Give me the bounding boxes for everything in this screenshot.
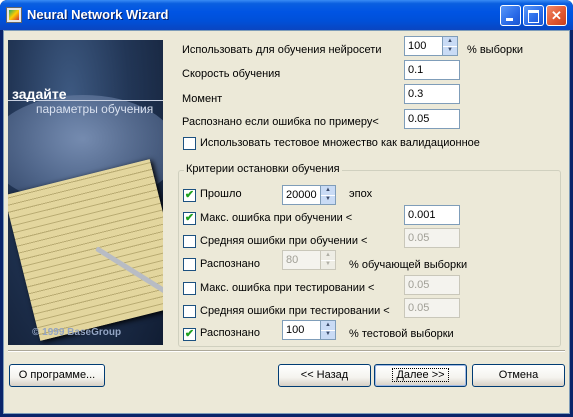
recognized-test-checkbox[interactable]: ✔ bbox=[183, 328, 196, 341]
wizard-window: Neural Network Wizard задайте параметры … bbox=[0, 0, 573, 417]
window-title: Neural Network Wizard bbox=[27, 7, 169, 22]
avg-test-error-checkbox[interactable] bbox=[183, 305, 196, 318]
wizard-illustration: задайте параметры обучения © 1999 BaseGr… bbox=[8, 40, 163, 345]
use-for-training-suffix: % выборки bbox=[467, 44, 524, 56]
avg-test-error-label: Средняя ошибки при тестировании < bbox=[200, 305, 390, 317]
title-bar[interactable]: Neural Network Wizard bbox=[0, 0, 573, 30]
max-test-error-checkbox[interactable] bbox=[183, 282, 196, 295]
about-button-label: О программе... bbox=[18, 369, 96, 381]
avg-train-error-label: Средняя ошибки при обучении < bbox=[200, 235, 368, 247]
minimize-button[interactable] bbox=[500, 5, 521, 26]
max-train-error-label: Макс. ошибка при обучении < bbox=[200, 212, 353, 224]
app-icon bbox=[6, 7, 22, 23]
next-button[interactable]: Далее >> bbox=[374, 364, 467, 387]
learning-rate-label: Скорость обучения bbox=[182, 68, 281, 80]
max-train-error-input[interactable]: 0.001 bbox=[404, 205, 460, 225]
avg-train-error-checkbox[interactable] bbox=[183, 235, 196, 248]
max-test-error-input[interactable]: 0.05 bbox=[404, 275, 460, 295]
maximize-button[interactable] bbox=[523, 5, 544, 26]
avg-test-error-input[interactable]: 0.05 bbox=[404, 298, 460, 318]
recognized-train-spinner[interactable]: ▲ ▼ bbox=[321, 250, 336, 270]
recognized-test-label: Распознано bbox=[200, 327, 260, 339]
recognized-train-suffix: % обучающей выборки bbox=[349, 259, 468, 271]
illustration-copyright: © 1999 BaseGroup bbox=[32, 327, 122, 338]
cancel-button-label: Отмена bbox=[498, 369, 539, 381]
momentum-input[interactable]: 0.3 bbox=[404, 84, 460, 104]
button-separator bbox=[8, 350, 565, 352]
recognized-test-spinner[interactable]: ▲ ▼ bbox=[321, 320, 336, 340]
recognized-train-label: Распознано bbox=[200, 258, 260, 270]
dialog-body: задайте параметры обучения © 1999 BaseGr… bbox=[3, 30, 570, 414]
illustration-subheading: параметры обучения bbox=[36, 102, 154, 116]
back-button[interactable]: << Назад bbox=[278, 364, 371, 387]
epochs-checkbox[interactable]: ✔ bbox=[183, 189, 196, 202]
recognized-train-input[interactable]: 80 bbox=[282, 250, 321, 270]
use-for-training-label: Использовать для обучения нейросети bbox=[182, 44, 382, 56]
momentum-label: Момент bbox=[182, 93, 223, 105]
spin-down-icon[interactable]: ▼ bbox=[321, 260, 335, 269]
recognized-test-input[interactable]: 100 bbox=[282, 320, 321, 340]
back-button-label: << Назад bbox=[300, 369, 349, 381]
spin-down-icon[interactable]: ▼ bbox=[321, 330, 335, 339]
use-for-training-spinner[interactable]: ▲ ▼ bbox=[443, 36, 458, 56]
epochs-label: Прошло bbox=[200, 188, 242, 200]
spin-down-icon[interactable]: ▼ bbox=[321, 195, 335, 204]
max-train-error-checkbox[interactable]: ✔ bbox=[183, 212, 196, 225]
learning-rate-input[interactable]: 0.1 bbox=[404, 60, 460, 80]
epochs-spinner[interactable]: ▲ ▼ bbox=[321, 185, 336, 205]
use-test-as-validation-checkbox[interactable] bbox=[183, 137, 196, 150]
max-test-error-label: Макс. ошибка при тестировании < bbox=[200, 282, 375, 294]
recognized-error-input[interactable]: 0.05 bbox=[404, 109, 460, 129]
recognized-error-label: Распознано если ошибка по примеру< bbox=[182, 116, 379, 128]
recognized-test-suffix: % тестовой выборки bbox=[349, 328, 454, 340]
stop-criteria-title: Критерии остановки обучения bbox=[184, 163, 342, 175]
illustration-heading: задайте bbox=[12, 86, 67, 102]
next-button-label: Далее >> bbox=[392, 368, 449, 382]
close-button[interactable] bbox=[546, 5, 567, 26]
cancel-button[interactable]: Отмена bbox=[472, 364, 565, 387]
avg-train-error-input[interactable]: 0.05 bbox=[404, 228, 460, 248]
epochs-input[interactable]: 20000 bbox=[282, 185, 321, 205]
epochs-suffix: эпох bbox=[349, 188, 373, 200]
use-test-as-validation-label: Использовать тестовое множество как вали… bbox=[200, 137, 480, 149]
use-for-training-input[interactable]: 100 bbox=[404, 36, 443, 56]
recognized-train-checkbox[interactable] bbox=[183, 258, 196, 271]
about-button[interactable]: О программе... bbox=[9, 364, 105, 387]
spin-down-icon[interactable]: ▼ bbox=[443, 46, 457, 55]
